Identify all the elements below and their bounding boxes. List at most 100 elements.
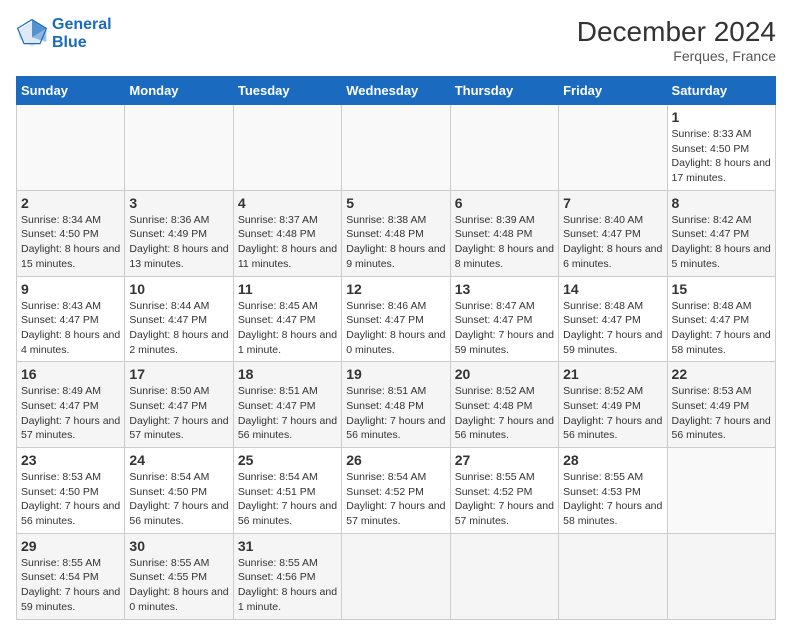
day-info: Sunrise: 8:43 AMSunset: 4:47 PMDaylight:…	[21, 299, 120, 358]
day-info: Sunrise: 8:51 AMSunset: 4:47 PMDaylight:…	[238, 384, 337, 443]
calendar-table: SundayMondayTuesdayWednesdayThursdayFrid…	[16, 76, 776, 620]
calendar-cell: 31 Sunrise: 8:55 AMSunset: 4:56 PMDayligh…	[233, 533, 341, 619]
calendar-cell	[17, 105, 125, 191]
calendar-week-row: 1 Sunrise: 8:33 AMSunset: 4:50 PMDaylight…	[17, 105, 776, 191]
calendar-cell: 6Sunrise: 8:39 AMSunset: 4:48 PMDaylight…	[450, 190, 558, 276]
calendar-cell: 19 Sunrise: 8:51 AMSunset: 4:48 PMDayligh…	[342, 362, 450, 448]
day-number: 13	[455, 281, 554, 297]
column-header-friday: Friday	[559, 77, 667, 105]
calendar-cell: 3 Sunrise: 8:36 AMSunset: 4:49 PMDaylight…	[125, 190, 233, 276]
day-info: Sunrise: 8:34 AMSunset: 4:50 PMDaylight:…	[21, 213, 120, 272]
title-block: December 2024 Ferques, France	[577, 16, 776, 64]
calendar-cell: 18 Sunrise: 8:51 AMSunset: 4:47 PMDayligh…	[233, 362, 341, 448]
column-header-saturday: Saturday	[667, 77, 775, 105]
day-number: 23	[21, 452, 120, 468]
logo-icon	[16, 18, 48, 50]
day-number: 29	[21, 538, 120, 554]
calendar-cell	[559, 533, 667, 619]
logo: General Blue	[16, 16, 112, 52]
calendar-cell	[559, 105, 667, 191]
calendar-cell: 4 Sunrise: 8:37 AMSunset: 4:48 PMDaylight…	[233, 190, 341, 276]
page-subtitle: Ferques, France	[577, 48, 776, 64]
day-info: Sunrise: 8:44 AMSunset: 4:47 PMDaylight:…	[129, 299, 228, 358]
calendar-cell: 25Sunrise: 8:54 AMSunset: 4:51 PMDayligh…	[233, 448, 341, 534]
calendar-week-row: 16 Sunrise: 8:49 AMSunset: 4:47 PMDayligh…	[17, 362, 776, 448]
calendar-cell: 26 Sunrise: 8:54 AMSunset: 4:52 PMDayligh…	[342, 448, 450, 534]
calendar-cell	[667, 533, 775, 619]
calendar-cell	[450, 533, 558, 619]
calendar-cell	[450, 105, 558, 191]
calendar-cell: 21 Sunrise: 8:52 AMSunset: 4:49 PMDayligh…	[559, 362, 667, 448]
day-number: 7	[563, 195, 662, 211]
day-info: Sunrise: 8:52 AMSunset: 4:48 PMDaylight:…	[455, 384, 554, 443]
day-info: Sunrise: 8:38 AMSunset: 4:48 PMDaylight:…	[346, 213, 445, 272]
day-info: Sunrise: 8:36 AMSunset: 4:49 PMDaylight:…	[129, 213, 228, 272]
calendar-cell: 9 Sunrise: 8:43 AMSunset: 4:47 PMDaylight…	[17, 276, 125, 362]
day-info: Sunrise: 8:55 AMSunset: 4:53 PMDaylight:…	[563, 470, 662, 529]
calendar-week-row: 29 Sunrise: 8:55 AMSunset: 4:54 PMDayligh…	[17, 533, 776, 619]
column-header-wednesday: Wednesday	[342, 77, 450, 105]
day-number: 19	[346, 366, 445, 382]
logo-text: General Blue	[52, 16, 112, 52]
day-info: Sunrise: 8:55 AMSunset: 4:55 PMDaylight:…	[129, 556, 228, 615]
day-info: Sunrise: 8:50 AMSunset: 4:47 PMDaylight:…	[129, 384, 228, 443]
page-title: December 2024	[577, 16, 776, 48]
day-info: Sunrise: 8:53 AMSunset: 4:50 PMDaylight:…	[21, 470, 120, 529]
column-header-tuesday: Tuesday	[233, 77, 341, 105]
calendar-cell: 2 Sunrise: 8:34 AMSunset: 4:50 PMDaylight…	[17, 190, 125, 276]
calendar-cell: 8 Sunrise: 8:42 AMSunset: 4:47 PMDaylight…	[667, 190, 775, 276]
calendar-cell: 1 Sunrise: 8:33 AMSunset: 4:50 PMDaylight…	[667, 105, 775, 191]
calendar-cell: 13Sunrise: 8:47 AMSunset: 4:47 PMDayligh…	[450, 276, 558, 362]
day-number: 2	[21, 195, 120, 211]
day-info: Sunrise: 8:55 AMSunset: 4:54 PMDaylight:…	[21, 556, 120, 615]
day-info: Sunrise: 8:52 AMSunset: 4:49 PMDaylight:…	[563, 384, 662, 443]
day-info: Sunrise: 8:54 AMSunset: 4:50 PMDaylight:…	[129, 470, 228, 529]
column-header-monday: Monday	[125, 77, 233, 105]
calendar-cell: 14Sunrise: 8:48 AMSunset: 4:47 PMDayligh…	[559, 276, 667, 362]
calendar-cell: 5Sunrise: 8:38 AMSunset: 4:48 PMDaylight…	[342, 190, 450, 276]
calendar-cell: 10 Sunrise: 8:44 AMSunset: 4:47 PMDayligh…	[125, 276, 233, 362]
calendar-cell: 28Sunrise: 8:55 AMSunset: 4:53 PMDayligh…	[559, 448, 667, 534]
day-info: Sunrise: 8:33 AMSunset: 4:50 PMDaylight:…	[672, 127, 771, 186]
day-number: 3	[129, 195, 228, 211]
calendar-cell: 7 Sunrise: 8:40 AMSunset: 4:47 PMDaylight…	[559, 190, 667, 276]
day-info: Sunrise: 8:45 AMSunset: 4:47 PMDaylight:…	[238, 299, 337, 358]
day-info: Sunrise: 8:55 AMSunset: 4:56 PMDaylight:…	[238, 556, 337, 615]
day-info: Sunrise: 8:54 AMSunset: 4:52 PMDaylight:…	[346, 470, 445, 529]
calendar-cell	[233, 105, 341, 191]
calendar-cell: 15Sunrise: 8:48 AMSunset: 4:47 PMDayligh…	[667, 276, 775, 362]
day-number: 10	[129, 281, 228, 297]
calendar-cell: 17 Sunrise: 8:50 AMSunset: 4:47 PMDayligh…	[125, 362, 233, 448]
calendar-cell: 23 Sunrise: 8:53 AMSunset: 4:50 PMDayligh…	[17, 448, 125, 534]
day-number: 25	[238, 452, 337, 468]
day-number: 31	[238, 538, 337, 554]
calendar-cell: 22Sunrise: 8:53 AMSunset: 4:49 PMDayligh…	[667, 362, 775, 448]
day-number: 9	[21, 281, 120, 297]
day-info: Sunrise: 8:37 AMSunset: 4:48 PMDaylight:…	[238, 213, 337, 272]
day-number: 18	[238, 366, 337, 382]
day-number: 4	[238, 195, 337, 211]
page-header: General Blue December 2024 Ferques, Fran…	[16, 16, 776, 64]
day-number: 20	[455, 366, 554, 382]
day-info: Sunrise: 8:40 AMSunset: 4:47 PMDaylight:…	[563, 213, 662, 272]
day-number: 26	[346, 452, 445, 468]
calendar-cell: 30 Sunrise: 8:55 AMSunset: 4:55 PMDayligh…	[125, 533, 233, 619]
day-info: Sunrise: 8:49 AMSunset: 4:47 PMDaylight:…	[21, 384, 120, 443]
day-number: 21	[563, 366, 662, 382]
day-info: Sunrise: 8:51 AMSunset: 4:48 PMDaylight:…	[346, 384, 445, 443]
day-info: Sunrise: 8:55 AMSunset: 4:52 PMDaylight:…	[455, 470, 554, 529]
day-number: 17	[129, 366, 228, 382]
day-number: 8	[672, 195, 771, 211]
day-number: 15	[672, 281, 771, 297]
calendar-week-row: 2 Sunrise: 8:34 AMSunset: 4:50 PMDaylight…	[17, 190, 776, 276]
calendar-week-row: 9 Sunrise: 8:43 AMSunset: 4:47 PMDaylight…	[17, 276, 776, 362]
calendar-cell: 27Sunrise: 8:55 AMSunset: 4:52 PMDayligh…	[450, 448, 558, 534]
day-number: 16	[21, 366, 120, 382]
day-number: 24	[129, 452, 228, 468]
day-number: 30	[129, 538, 228, 554]
day-number: 12	[346, 281, 445, 297]
day-number: 1	[672, 109, 771, 125]
day-info: Sunrise: 8:42 AMSunset: 4:47 PMDaylight:…	[672, 213, 771, 272]
day-info: Sunrise: 8:39 AMSunset: 4:48 PMDaylight:…	[455, 213, 554, 272]
calendar-cell	[667, 448, 775, 534]
